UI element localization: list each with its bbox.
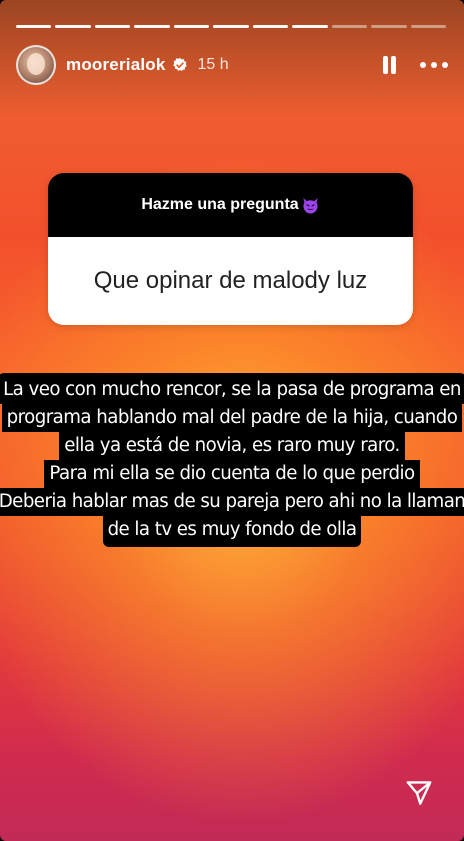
avatar[interactable]: [16, 45, 56, 85]
dot: [431, 62, 437, 68]
username[interactable]: moorerialok: [66, 55, 166, 75]
progress-segment: [410, 25, 446, 28]
progress-segment: [134, 25, 170, 28]
progress-segment: [292, 25, 328, 28]
answer-line: Para mi ella se dio cuenta de lo que per…: [44, 460, 420, 488]
answer-line: Deberia hablar mas de su pareja pero ahi…: [0, 488, 464, 516]
post-time: 15 h: [197, 56, 229, 73]
progress-segment: [173, 25, 210, 28]
verified-badge-icon: [172, 58, 187, 71]
dot: [420, 62, 426, 68]
answer-text-block: La veo con mucho rencor, se la pasa de p…: [0, 373, 464, 547]
progress-segment: [94, 25, 131, 28]
question-text: Que opinar de malody luz: [48, 237, 413, 325]
more-options-icon[interactable]: [420, 54, 448, 76]
answer-line: programa hablando mal del padre de la hi…: [1, 404, 463, 432]
send-icon[interactable]: [404, 778, 434, 808]
progress-segment: [55, 25, 91, 28]
pause-icon[interactable]: [378, 54, 400, 76]
progress-segment: [371, 25, 407, 28]
progress-segment: [252, 25, 289, 28]
story-viewer[interactable]: moorerialok 15 h Hazme una pregunta Que …: [0, 0, 464, 841]
answer-line: de la tv es muy fondo de olla: [102, 516, 362, 547]
answer-line: La veo con mucho rencor, se la pasa de p…: [0, 373, 464, 404]
question-sticker-header: Hazme una pregunta: [48, 173, 413, 237]
story-header: moorerialok 15 h: [16, 44, 448, 86]
answer-line: ella ya está de novia, es raro muy raro.: [59, 432, 405, 460]
smiling-face-with-horns-icon: [303, 197, 318, 214]
progress-segment: [213, 25, 249, 28]
progress-segment: [16, 25, 52, 28]
question-prompt: Hazme una pregunta: [141, 196, 299, 213]
header-controls: [378, 54, 448, 76]
dot: [442, 62, 448, 68]
question-sticker: Hazme una pregunta Que opinar de malody …: [48, 173, 413, 325]
story-progress-bar: [16, 25, 446, 28]
progress-segment: [331, 25, 368, 28]
